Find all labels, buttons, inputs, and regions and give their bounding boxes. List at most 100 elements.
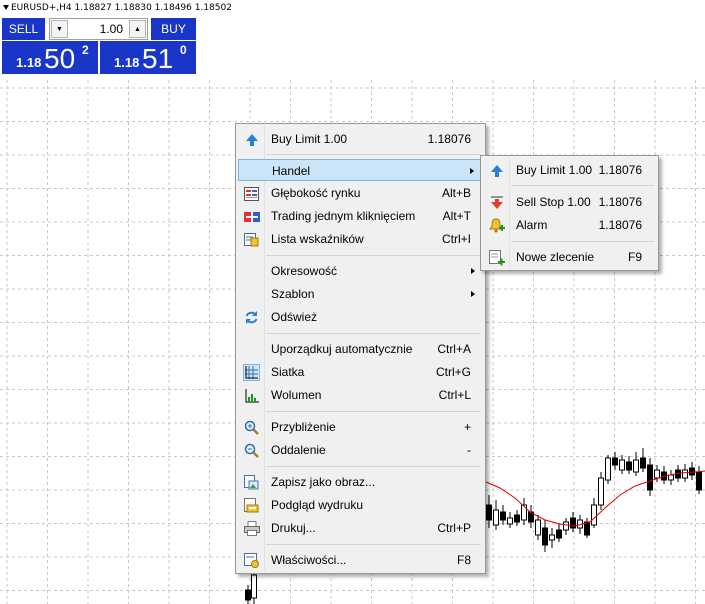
submenu-item-new-order[interactable]: Nowe zlecenie F9 (483, 246, 656, 268)
indicator-list-icon (243, 231, 260, 248)
menu-separator (266, 255, 481, 256)
menu-item-shortcut: 1.18076 (598, 163, 642, 177)
menu-item-label: Przybliżenie (271, 420, 336, 434)
lot-decrease-icon[interactable]: ▼ (51, 20, 68, 38)
menu-item-shortcut: Ctrl+I (441, 232, 471, 246)
menu-item-shortcut: - (467, 443, 471, 457)
lot-size-stepper[interactable]: ▼ 1.00 ▲ (49, 18, 148, 40)
menu-item-volume[interactable]: Wolumen Ctrl+L (238, 384, 483, 406)
menu-item-label: Siatka (271, 365, 305, 379)
menu-item-label: Podgląd wydruku (271, 498, 364, 512)
menu-item-trade[interactable]: Handel (238, 159, 483, 181)
save-image-icon (243, 474, 260, 491)
candle-body (500, 511, 506, 521)
candle-body (521, 504, 527, 521)
menu-separator (511, 185, 654, 186)
menu-item-zoom-out[interactable]: Oddalenie - (238, 439, 483, 461)
menu-separator (266, 411, 481, 412)
buy-limit-icon (243, 131, 260, 148)
buy-price-prefix: 1.18 (114, 55, 140, 70)
buy-price-big: 51 (142, 43, 174, 74)
menu-item-label: Drukuj... (271, 521, 316, 535)
sell-button[interactable]: SELL (2, 18, 45, 40)
candle-body (486, 504, 492, 521)
candle-body (507, 517, 513, 525)
candle-body (654, 469, 660, 479)
menu-item-market-depth[interactable]: Głębokość rynku Alt+B (238, 182, 483, 204)
candle-body (640, 457, 646, 469)
candle-body (556, 529, 562, 539)
candle-body (647, 464, 653, 491)
menu-item-label: Szablon (271, 287, 315, 301)
candle-body (689, 467, 695, 476)
menu-separator (266, 466, 481, 467)
submenu-item-sell-stop[interactable]: Sell Stop 1.00 1.18076 (483, 191, 656, 213)
menu-item-label: Alarm (516, 218, 548, 232)
menu-item-label: Okresowość (271, 264, 338, 278)
lot-size-value[interactable]: 1.00 (100, 22, 123, 36)
lot-increase-icon[interactable]: ▲ (129, 20, 146, 38)
menu-item-indicator-list[interactable]: Lista wskaźników Ctrl+I (238, 228, 483, 250)
menu-separator (511, 241, 654, 242)
buy-price[interactable]: 1.18 51 0 (100, 41, 196, 74)
menu-item-properties[interactable]: Właściwości... F8 (238, 549, 483, 571)
sell-price[interactable]: 1.18 50 2 (2, 41, 98, 74)
dropdown-triangle-icon (3, 5, 9, 10)
candle-body (591, 504, 597, 526)
menu-item-shortcut: + (463, 420, 471, 434)
menu-item-label: Głębokość rynku (271, 186, 361, 200)
candle-body (584, 521, 590, 536)
candle-body (563, 521, 569, 531)
candle-body (493, 509, 499, 526)
submenu-item-alarm[interactable]: Alarm 1.18076 (483, 214, 656, 236)
submenu-arrow-icon (471, 268, 475, 274)
new-order-icon (488, 249, 505, 266)
submenu-item-buy-limit[interactable]: Buy Limit 1.00 1.18076 (483, 159, 656, 181)
candle-body (245, 589, 251, 601)
menu-item-auto-arrange[interactable]: Uporządkuj automatycznie Ctrl+A (238, 338, 483, 360)
menu-item-label: Nowe zlecenie (516, 250, 595, 264)
buy-price-sup: 0 (180, 43, 187, 57)
alarm-icon (488, 217, 505, 234)
menu-item-periodicity[interactable]: Okresowość (238, 260, 483, 282)
buy-button[interactable]: BUY (151, 18, 196, 40)
menu-item-shortcut: 1.18076 (598, 195, 642, 209)
menu-item-label: Zapisz jako obraz... (271, 475, 376, 489)
volume-icon (243, 387, 260, 404)
menu-item-template[interactable]: Szablon (238, 283, 483, 305)
print-preview-icon (243, 497, 260, 514)
menu-item-label: Handel (272, 164, 311, 178)
candle-body (549, 534, 555, 541)
menu-item-one-click-trading[interactable]: Trading jednym kliknięciem Alt+T (238, 205, 483, 227)
menu-item-label: Sell Stop 1.00 (516, 195, 591, 209)
menu-item-label: Uporządkuj automatycznie (271, 342, 413, 356)
candle-body (535, 519, 541, 536)
menu-item-label: Wolumen (271, 388, 322, 402)
menu-item-shortcut: Alt+B (441, 186, 471, 200)
menu-item-shortcut: Ctrl+G (435, 365, 471, 379)
menu-item-label: Odśwież (271, 310, 318, 324)
menu-item-print-preview[interactable]: Podgląd wydruku (238, 494, 483, 516)
candle-body (514, 514, 520, 523)
menu-item-refresh[interactable]: Odśwież (238, 306, 483, 328)
symbol-info: EURUSD+,H4 1.18827 1.18830 1.18496 1.185… (11, 3, 232, 13)
menu-item-save-image[interactable]: Zapisz jako obraz... (238, 471, 483, 493)
menu-item-buy-limit[interactable]: Buy Limit 1.00 1.18076 (238, 128, 483, 150)
candle-body (542, 527, 548, 546)
candle-body (612, 457, 618, 466)
zoom-out-icon (243, 442, 260, 459)
menu-item-label: Lista wskaźników (271, 232, 364, 246)
menu-item-shortcut: Ctrl+P (437, 521, 471, 535)
menu-item-print[interactable]: Drukuj... Ctrl+P (238, 517, 483, 539)
candle-body (682, 469, 688, 479)
sell-price-sup: 2 (82, 43, 89, 57)
candle-body (633, 459, 639, 473)
menu-separator (266, 333, 481, 334)
candle-body (668, 474, 674, 481)
print-icon (243, 520, 260, 537)
market-depth-icon (243, 185, 260, 202)
menu-item-shortcut: F9 (627, 250, 642, 264)
candle-body (696, 471, 702, 491)
menu-item-zoom-in[interactable]: Przybliżenie + (238, 416, 483, 438)
menu-item-grid[interactable]: Siatka Ctrl+G (238, 361, 483, 383)
